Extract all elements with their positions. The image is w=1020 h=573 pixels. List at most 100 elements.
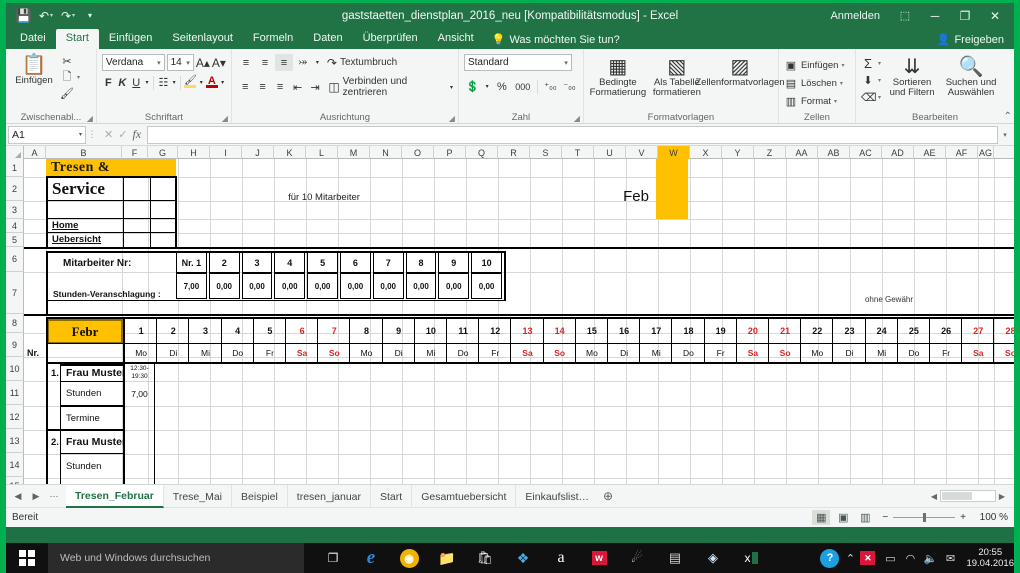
column-header-ae[interactable]: AE <box>914 146 946 159</box>
tab-formeln[interactable]: Formeln <box>243 29 303 49</box>
sheet-list-icon[interactable]: ⋯ <box>46 491 62 502</box>
save-icon[interactable]: 💾 <box>14 6 34 26</box>
zoom-knob[interactable] <box>923 513 927 522</box>
fill-color-dropdown-icon[interactable]: ▾ <box>198 74 204 91</box>
tab-daten[interactable]: Daten <box>303 29 352 49</box>
borders-icon[interactable]: ☷ <box>157 74 170 91</box>
tab-einfuegen[interactable]: Einfügen <box>99 29 162 49</box>
column-header-m[interactable]: M <box>338 146 370 159</box>
tab-ueberpruefen[interactable]: Überprüfen <box>353 29 428 49</box>
column-header-f[interactable]: F <box>122 146 148 159</box>
calendar-day-number[interactable]: 19 <box>705 319 737 343</box>
zoom-in-icon[interactable]: + <box>960 512 966 523</box>
start-button[interactable] <box>6 543 48 573</box>
help-circle-icon[interactable]: ? <box>820 548 840 568</box>
horizontal-scrollbar[interactable] <box>940 490 996 502</box>
align-top-icon[interactable]: ≡ <box>237 54 255 71</box>
column-header-l[interactable]: L <box>306 146 338 159</box>
calendar-day-number[interactable]: 24 <box>866 319 898 343</box>
calendar-day-number[interactable]: 5 <box>254 319 286 343</box>
column-header-af[interactable]: AF <box>946 146 978 159</box>
undo-icon[interactable]: ↶ ▾ <box>36 6 56 26</box>
column-header-ag[interactable]: AG <box>978 146 994 159</box>
increase-decimal-icon[interactable]: ⁺₀₀ <box>542 78 559 95</box>
font-name-combo[interactable]: Verdana ▾ <box>101 54 165 71</box>
column-header-i[interactable]: I <box>210 146 242 159</box>
calendar-day-number[interactable]: 9 <box>383 319 415 343</box>
row-header-4[interactable]: 4 <box>6 219 24 233</box>
cell-styles-button[interactable]: ▨ Zellenformatvorlagen <box>695 54 784 88</box>
increase-font-size-icon[interactable]: A▴ <box>196 54 210 71</box>
row-header-9[interactable]: 9 <box>6 333 24 357</box>
notifications-icon[interactable]: ✉ <box>940 552 960 565</box>
expand-formula-bar-icon[interactable]: ▾ <box>998 131 1012 139</box>
calendar-day-number[interactable]: 3 <box>189 319 221 343</box>
restore-button[interactable]: ❐ <box>950 4 980 28</box>
calendar-day-number[interactable]: 18 <box>672 319 704 343</box>
autosum-button[interactable]: Σ ▾ <box>861 56 881 71</box>
normal-view-icon[interactable]: ▦ <box>812 510 831 525</box>
calendar-day-number[interactable]: 25 <box>898 319 930 343</box>
collapse-ribbon-icon[interactable]: ⌃ <box>1004 111 1012 122</box>
align-right-icon[interactable]: ≡ <box>272 79 288 96</box>
page-layout-view-icon[interactable]: ▣ <box>834 510 852 525</box>
calendar-day-number[interactable]: 12 <box>479 319 511 343</box>
format-as-table-button[interactable]: ▧ Als Tabelle formatieren <box>650 54 704 98</box>
sheet-tab-gesamtuebersicht[interactable]: Gesamtuebersicht <box>412 484 517 508</box>
column-header-n[interactable]: N <box>370 146 402 159</box>
share-button[interactable]: 👤 Freigeben <box>927 30 1014 49</box>
edge-icon[interactable]: e <box>352 543 390 573</box>
column-header-h[interactable]: H <box>178 146 210 159</box>
page-break-view-icon[interactable]: ▥ <box>856 510 874 525</box>
number-dialog-launcher[interactable]: ◢ <box>574 114 580 123</box>
customize-qat-icon[interactable]: ▾ <box>80 6 100 26</box>
scroll-right-icon[interactable]: ▶ <box>996 492 1008 501</box>
store-icon[interactable]: 🛍 <box>466 543 504 573</box>
close-button[interactable]: ✕ <box>980 4 1010 28</box>
row-header-14[interactable]: 14 <box>6 453 24 477</box>
row-header-13[interactable]: 13 <box>6 429 24 453</box>
thousands-separator-icon[interactable]: 000 <box>512 78 533 95</box>
wetransfer-icon[interactable]: w <box>580 543 618 573</box>
sheet-tab-start[interactable]: Start <box>371 484 413 508</box>
select-all-corner[interactable] <box>6 146 24 159</box>
column-header-x[interactable]: X <box>690 146 722 159</box>
scroll-left-icon[interactable]: ◀ <box>928 492 940 501</box>
volume-icon[interactable]: 🔈 <box>920 552 940 565</box>
column-header-t[interactable]: T <box>562 146 594 159</box>
font-color-dropdown-icon[interactable]: ▾ <box>219 74 225 91</box>
row-header-6[interactable]: 6 <box>6 247 24 272</box>
excel-taskbar-icon[interactable]: x <box>732 543 770 573</box>
calendar-day-number[interactable]: 17 <box>640 319 672 343</box>
column-header-p[interactable]: P <box>434 146 466 159</box>
copy-button[interactable]: 🗋 ▾ <box>60 70 80 85</box>
format-cells-button[interactable]: ▥ Format ▾ <box>784 94 850 109</box>
calendar-day-number[interactable]: 22 <box>801 319 833 343</box>
scrollbar-thumb[interactable] <box>942 492 972 500</box>
delete-cells-button[interactable]: ▤ Löschen ▾ <box>784 76 850 91</box>
align-middle-icon[interactable]: ≡ <box>256 54 274 71</box>
decrease-decimal-icon[interactable]: ⁻₀₀ <box>561 78 578 95</box>
calendar-day-number[interactable]: 10 <box>415 319 447 343</box>
show-hidden-icons-icon[interactable]: ⌃ <box>840 552 860 565</box>
row-header-1[interactable]: 1 <box>6 159 24 177</box>
column-header-j[interactable]: J <box>242 146 274 159</box>
column-header-g[interactable]: G <box>148 146 178 159</box>
tab-datei[interactable]: Datei <box>10 29 56 49</box>
calendar-day-number[interactable]: 21 <box>769 319 801 343</box>
zoom-slider[interactable]: − + <box>878 512 970 523</box>
amazon-icon[interactable]: a <box>542 543 580 573</box>
increase-indent-icon[interactable]: ⇥ <box>307 79 323 96</box>
font-color-icon[interactable]: A <box>205 74 218 91</box>
confirm-entry-icon[interactable]: ✓ <box>118 128 127 141</box>
name-box-dropdown-icon[interactable]: ▾ <box>79 131 82 138</box>
column-header-b[interactable]: B <box>46 146 122 159</box>
align-center-icon[interactable]: ≡ <box>254 79 270 96</box>
tell-me-search[interactable]: 💡 Was möchten Sie tun? <box>484 30 628 49</box>
calendar-day-number[interactable]: 16 <box>608 319 640 343</box>
decrease-indent-icon[interactable]: ⇤ <box>289 79 305 96</box>
font-size-combo[interactable]: 14 ▾ <box>166 54 194 71</box>
formula-input[interactable] <box>147 125 998 144</box>
cancel-entry-icon[interactable]: ✕ <box>104 128 113 141</box>
calendar-day-number[interactable]: 2 <box>157 319 189 343</box>
